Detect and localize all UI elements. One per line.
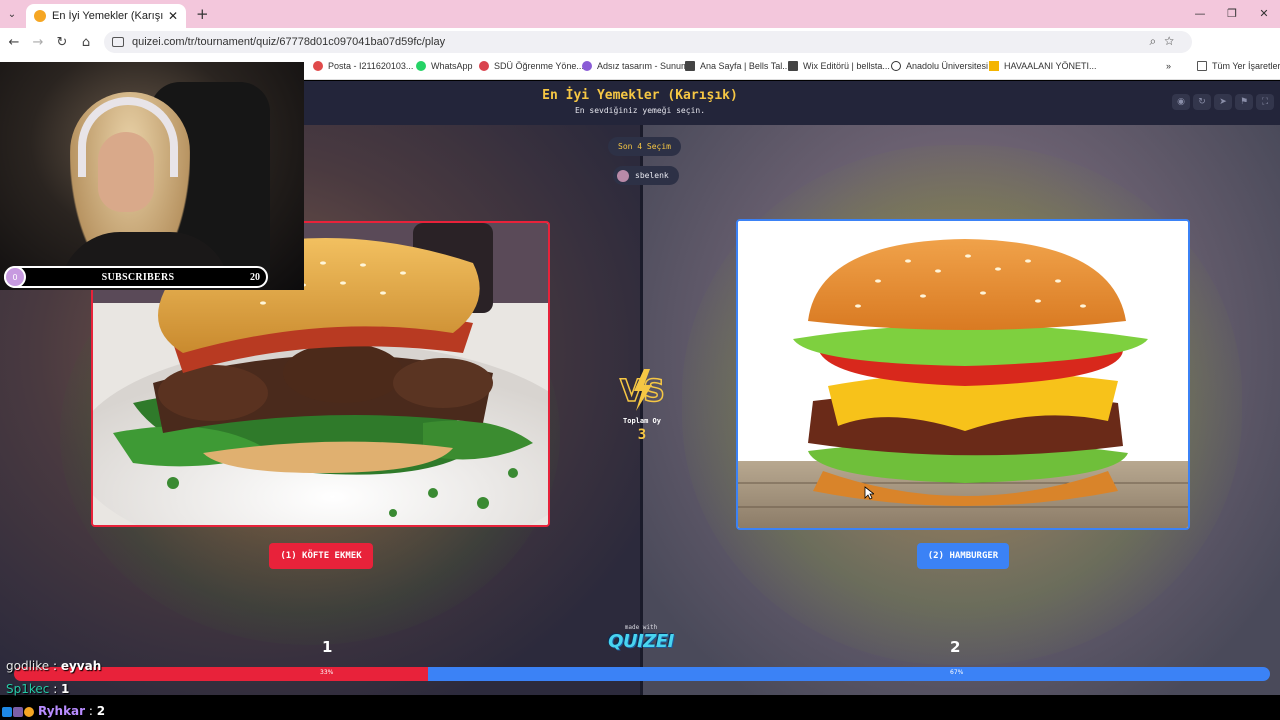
browser-tab-bar: ⌄ En İyi Yemekler (Karışık) - Tier L ✕ +… bbox=[0, 0, 1280, 28]
chat-message: Ryhkar : 2 bbox=[2, 704, 105, 718]
left-rank: 1 bbox=[322, 638, 333, 656]
header-actions: ◉ ↻ ➤ ⚑ ⛶ bbox=[1169, 94, 1274, 110]
fullscreen-icon[interactable]: ⛶ bbox=[1256, 94, 1274, 110]
right-percent: 67% bbox=[950, 669, 964, 676]
flag-icon[interactable]: ⚑ bbox=[1235, 94, 1253, 110]
badge-icon bbox=[13, 706, 23, 717]
badge-icon bbox=[2, 706, 12, 717]
mouse-pointer-icon bbox=[864, 486, 874, 500]
share-icon[interactable]: ➤ bbox=[1214, 94, 1232, 110]
address-toolbar: ← → ↻ ⌂ quizei.com/tr/tournament/quiz/67… bbox=[0, 28, 1280, 77]
total-votes-value: 3 bbox=[637, 427, 647, 443]
wix-icon bbox=[788, 61, 798, 71]
wix-icon bbox=[685, 61, 695, 71]
bookmarks-overflow-icon[interactable]: » bbox=[1166, 61, 1171, 71]
right-vote-bar: 67% bbox=[428, 667, 1270, 681]
url-text: quizei.com/tr/tournament/quiz/67778d01c0… bbox=[132, 36, 446, 48]
chat-text: 2 bbox=[96, 704, 106, 718]
mail-icon bbox=[313, 61, 323, 71]
bookmark-item[interactable]: Posta - I211620103... bbox=[313, 61, 413, 71]
back-icon[interactable]: ← bbox=[2, 35, 26, 50]
bookmark-item[interactable]: Ana Sayfa | Bells Tal... bbox=[685, 61, 790, 71]
folder-icon bbox=[1197, 61, 1207, 71]
all-bookmarks-folder[interactable]: Tüm Yer İşaretleri bbox=[1197, 61, 1280, 71]
hamburger-image bbox=[738, 221, 1188, 528]
made-with-label: made with bbox=[624, 624, 658, 631]
drive-icon bbox=[989, 61, 999, 71]
webcam-overlay bbox=[0, 62, 304, 290]
tab-search-icon[interactable]: ⌄ bbox=[0, 0, 24, 28]
site-info-icon[interactable] bbox=[112, 37, 124, 47]
badge-icon bbox=[24, 706, 34, 717]
chat-message: godlike : eyvah bbox=[6, 659, 102, 673]
home-icon[interactable]: ⌂ bbox=[74, 35, 98, 50]
right-choice-image[interactable] bbox=[736, 219, 1190, 530]
chat-username: Sp1kec bbox=[6, 682, 50, 696]
last-picks-badge: Son 4 Seçim bbox=[608, 137, 681, 156]
chat-username: godlike bbox=[6, 659, 50, 673]
chat-text: 1 bbox=[61, 682, 70, 696]
url-input[interactable]: quizei.com/tr/tournament/quiz/67778d01c0… bbox=[104, 31, 1192, 53]
zoom-icon[interactable]: ⌕ bbox=[1149, 34, 1164, 48]
subscriber-goal-label: SUBSCRIBERS bbox=[101, 271, 175, 283]
voter-name: sbelenk bbox=[635, 171, 669, 180]
total-votes-label: Toplam Oy bbox=[623, 417, 661, 425]
refresh-icon[interactable]: ↻ bbox=[1193, 94, 1211, 110]
minimize-icon[interactable]: — bbox=[1184, 0, 1216, 28]
whatsapp-icon bbox=[416, 61, 426, 71]
eye-icon[interactable]: ◉ bbox=[1172, 94, 1190, 110]
avatar bbox=[617, 169, 629, 182]
bookmark-item[interactable]: Wix Editörü | bellsta... bbox=[788, 61, 890, 71]
window-controls: — ❐ ✕ bbox=[1184, 0, 1280, 28]
reload-icon[interactable]: ↻ bbox=[50, 35, 74, 50]
left-choice-button[interactable]: (1) KÖFTE EKMEK bbox=[269, 543, 373, 569]
sdu-icon bbox=[479, 61, 489, 71]
restore-icon[interactable]: ❐ bbox=[1216, 0, 1248, 28]
bookmark-item[interactable]: HAVAALANI YÖNETI... bbox=[989, 61, 1097, 71]
subscriber-goal-bar: 0 SUBSCRIBERS 20 bbox=[4, 266, 268, 288]
chat-username: Ryhkar bbox=[38, 704, 86, 718]
bookmark-item[interactable]: Anadolu Üniversitesi bbox=[891, 61, 988, 71]
left-percent: 33% bbox=[320, 669, 334, 676]
tab-title: En İyi Yemekler (Karışık) - Tier L bbox=[52, 10, 164, 22]
chat-text: eyvah bbox=[60, 659, 102, 673]
anadolu-icon bbox=[891, 61, 901, 71]
versus-icon: VS bbox=[619, 369, 666, 411]
chat-message: Sp1kec : 1 bbox=[6, 682, 70, 696]
right-choice-button[interactable]: (2) HAMBURGER bbox=[917, 543, 1009, 569]
browser-tab[interactable]: En İyi Yemekler (Karışık) - Tier L ✕ bbox=[26, 4, 186, 28]
page-title: En İyi Yemekler (Karışık) bbox=[542, 88, 738, 103]
subscriber-progress-knob: 0 bbox=[4, 266, 26, 288]
right-rank: 2 bbox=[950, 638, 961, 656]
close-window-icon[interactable]: ✕ bbox=[1248, 0, 1280, 28]
quizei-logo[interactable]: QUIZEI bbox=[600, 631, 682, 652]
close-tab-icon[interactable]: ✕ bbox=[168, 9, 178, 23]
page-subtitle: En sevdiğiniz yemeği seçin. bbox=[574, 106, 706, 115]
new-tab-icon[interactable]: + bbox=[196, 5, 209, 23]
voter-badge: sbelenk bbox=[613, 166, 679, 185]
bookmark-item[interactable]: SDÜ Öğrenme Yöne... bbox=[479, 61, 584, 71]
bookmark-star-icon[interactable]: ☆ bbox=[1164, 34, 1182, 48]
subscriber-goal-count: 20 bbox=[250, 271, 260, 283]
bookmark-item[interactable]: WhatsApp bbox=[416, 61, 473, 71]
chat-badges bbox=[2, 706, 35, 717]
forward-icon[interactable]: → bbox=[26, 35, 50, 50]
stream-bottom-bar bbox=[0, 700, 1280, 720]
bookmark-item[interactable]: Adsız tasarım - Sunum bbox=[582, 61, 689, 71]
quizei-favicon-icon bbox=[34, 10, 46, 22]
canva-icon bbox=[582, 61, 592, 71]
